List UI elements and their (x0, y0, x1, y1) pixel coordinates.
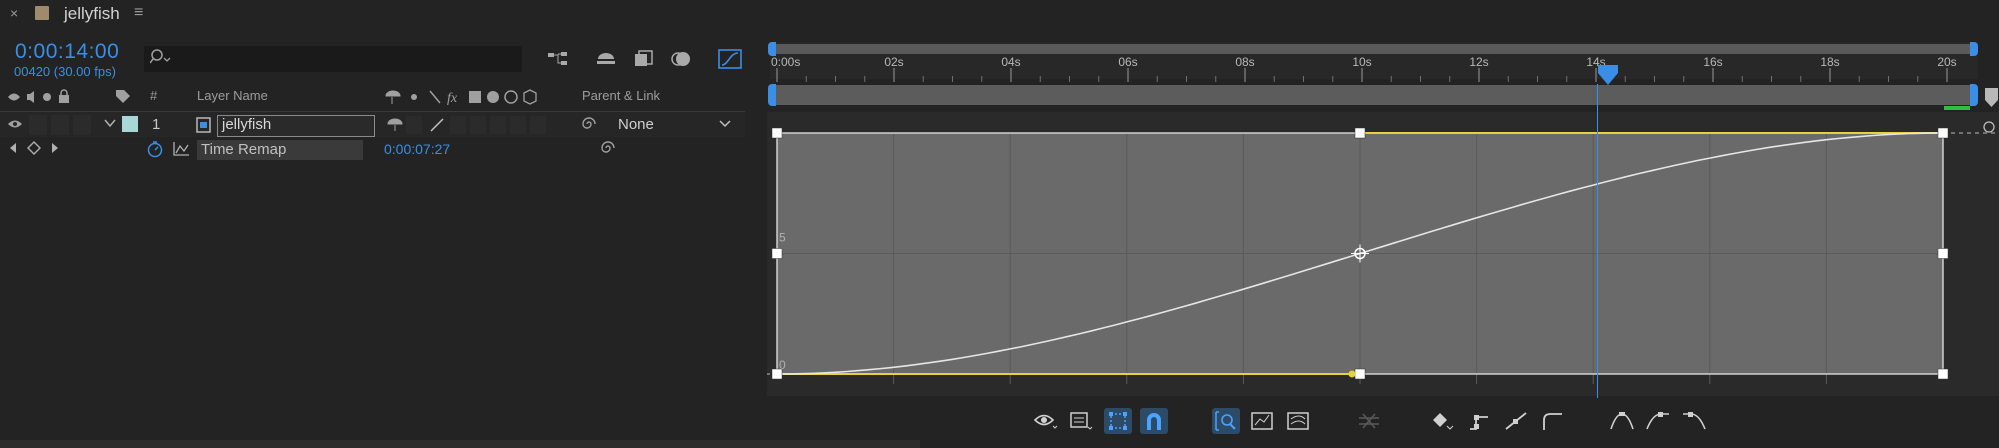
draft-3d-icon[interactable] (594, 48, 618, 70)
composition-tab-title[interactable]: jellyfish (64, 4, 120, 24)
separate-dimensions-icon (1356, 408, 1384, 434)
ruler-tick-label: 18s (1820, 55, 1839, 69)
work-area-end-handle[interactable] (1970, 84, 1978, 106)
shy-switch-icon[interactable] (386, 116, 404, 137)
transform-handle[interactable] (1937, 368, 1949, 380)
svg-text:fx: fx (447, 91, 458, 106)
layer-name-column-header[interactable]: Layer Name (197, 88, 268, 110)
transform-handle[interactable] (771, 127, 783, 139)
snapping-magnet-icon[interactable] (1140, 408, 1168, 434)
ruler-tick-label: 04s (1001, 55, 1020, 69)
ruler-tick-label: 02s (884, 55, 903, 69)
expand-chevron-icon[interactable] (103, 117, 117, 132)
ruler-tick-label: 0:00s (771, 55, 800, 69)
ruler-tick-label: 12s (1469, 55, 1488, 69)
property-name: Time Remap (201, 141, 287, 158)
footage-icon (196, 117, 212, 138)
motion-blur-icon[interactable] (670, 48, 694, 70)
keyframe-dot[interactable] (1348, 370, 1356, 378)
linear-keyframe-icon[interactable] (1502, 408, 1530, 434)
graph-y-label: 5 (779, 231, 786, 245)
pick-whip-icon[interactable] (580, 115, 598, 138)
transform-box-icon[interactable] (1104, 408, 1132, 434)
fit-selection-icon[interactable] (1248, 408, 1276, 434)
chevron-down-icon (718, 117, 732, 135)
transform-handle[interactable] (1937, 127, 1949, 139)
time-navigator-bar[interactable] (770, 44, 1976, 54)
transform-handle[interactable] (1937, 248, 1949, 259)
layer-index: 1 (152, 116, 161, 133)
tab-bar (0, 0, 1999, 30)
transform-handle[interactable] (771, 368, 783, 380)
show-properties-icon[interactable] (1032, 408, 1060, 434)
easy-ease-out-icon[interactable] (1680, 408, 1708, 434)
composition-color-swatch (35, 6, 49, 20)
collapse-switch[interactable] (406, 116, 422, 134)
transform-handle[interactable] (1354, 127, 1366, 139)
graph-editor-icon[interactable] (718, 48, 742, 70)
layer-name: jellyfish (222, 116, 272, 133)
transform-handle[interactable] (1354, 368, 1366, 380)
work-area-bar[interactable] (770, 85, 1976, 105)
frame-blending-icon[interactable] (632, 48, 656, 70)
parent-link-column-header[interactable]: Parent & Link (582, 88, 660, 110)
parent-dropdown[interactable]: None (614, 115, 736, 135)
ruler-tick-label: 20s (1937, 55, 1956, 69)
composition-flowchart-icon[interactable] (546, 48, 570, 70)
close-tab-button[interactable]: × (10, 5, 18, 21)
current-time-display[interactable]: 0:00:14:00 (15, 40, 119, 64)
label-header-icon (114, 88, 132, 110)
auto-zoom-height-icon[interactable] (1212, 408, 1240, 434)
work-area-start-handle[interactable] (768, 84, 776, 106)
easy-ease-icon[interactable] (1608, 408, 1636, 434)
property-value[interactable]: 0:00:07:27 (384, 141, 450, 157)
panel-menu-button[interactable]: ≡ (134, 4, 143, 22)
graph-options-icon[interactable] (1068, 408, 1096, 434)
parent-dropdown-value: None (618, 116, 654, 133)
current-time-indicator-line (1597, 84, 1598, 398)
expression-pick-whip-icon[interactable] (599, 139, 617, 162)
panel-divider[interactable] (745, 36, 767, 398)
fit-all-icon[interactable] (1284, 408, 1312, 434)
frame-count-display: 00420 (30.00 fps) (14, 64, 116, 79)
next-keyframe-icon[interactable] (50, 141, 60, 160)
layer-label-color[interactable] (122, 116, 138, 132)
ruler-tick-label: 06s (1118, 55, 1137, 69)
comp-marker-bin-icon[interactable] (1984, 86, 1999, 115)
stopwatch-icon[interactable] (146, 140, 164, 163)
add-keyframe-icon[interactable] (27, 141, 41, 160)
eye-icon[interactable] (7, 117, 23, 136)
auto-bezier-icon[interactable] (1538, 408, 1566, 434)
search-input[interactable] (144, 46, 522, 72)
index-column-header: # (150, 88, 158, 103)
ruler-tick-label: 08s (1235, 55, 1254, 69)
panel-bottom-strip (0, 440, 920, 448)
ruler-tick-label: 16s (1703, 55, 1722, 69)
graph-editor-area[interactable]: 50 (767, 112, 1999, 396)
graph-toggle-icon[interactable] (172, 141, 190, 162)
layer-switch-cells-right (450, 116, 554, 134)
layer-switch-cells (29, 115, 99, 135)
ruler-tick-label: 10s (1352, 55, 1371, 69)
cache-indicator (1944, 106, 1970, 110)
previous-keyframe-icon[interactable] (8, 141, 18, 160)
search-icon (149, 48, 172, 70)
quality-switch-icon[interactable] (428, 116, 446, 139)
current-time-indicator-head[interactable] (1596, 64, 1620, 91)
edit-keyframe-icon[interactable] (1430, 408, 1458, 434)
visibility-header-icon (7, 88, 79, 110)
hold-keyframe-icon[interactable] (1466, 408, 1494, 434)
easy-ease-in-icon[interactable] (1644, 408, 1672, 434)
transform-handle[interactable] (771, 248, 783, 259)
ruler-ticks: 0:00s 02s 04s 06s 08s 10s 12s 14s 16s 18s 20s (771, 55, 1957, 82)
